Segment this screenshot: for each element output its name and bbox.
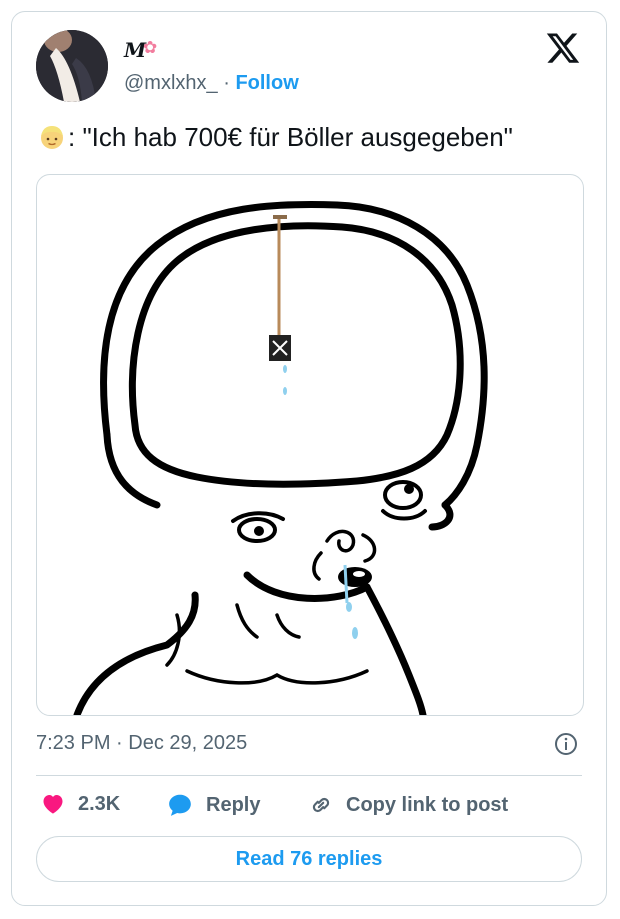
tweet-timestamp[interactable]: 7:23 PM · Dec 29, 2025 xyxy=(36,732,247,755)
tweet-card: M ✿ @mxlxhx_ · Follow : "Ich hab 700€ fü… xyxy=(11,11,607,906)
avatar[interactable] xyxy=(36,30,108,102)
tweet-text: : "Ich hab 700€ für Böller ausgegeben" xyxy=(38,122,513,153)
handle-row: @mxlxhx_ · Follow xyxy=(124,72,299,95)
divider xyxy=(36,775,582,776)
copy-link-label: Copy link to post xyxy=(346,793,509,816)
like-count: 2.3K xyxy=(78,792,121,815)
copy-link-button[interactable]: Copy link to post xyxy=(308,792,508,818)
handle[interactable]: @mxlxhx_ xyxy=(124,72,218,94)
reply-bubble-icon xyxy=(169,794,191,816)
x-logo-icon[interactable] xyxy=(545,30,581,66)
handle-separator: · xyxy=(217,72,236,94)
read-replies-button[interactable]: Read 76 replies xyxy=(36,836,582,882)
tweet-body: : "Ich hab 700€ für Böller ausgegeben" xyxy=(68,122,513,152)
like-button[interactable]: 2.3K xyxy=(40,792,120,816)
flower-emoji-icon: ✿ xyxy=(143,38,158,57)
meme-drawing xyxy=(73,200,488,715)
reply-button[interactable]: Reply xyxy=(166,792,260,818)
follow-button[interactable]: Follow xyxy=(235,72,298,94)
tweet-image[interactable] xyxy=(36,174,584,716)
info-icon[interactable] xyxy=(554,732,578,756)
link-icon xyxy=(312,797,330,813)
reply-label: Reply xyxy=(206,793,261,816)
blond-person-emoji-icon xyxy=(41,126,63,149)
heart-icon xyxy=(43,795,63,814)
